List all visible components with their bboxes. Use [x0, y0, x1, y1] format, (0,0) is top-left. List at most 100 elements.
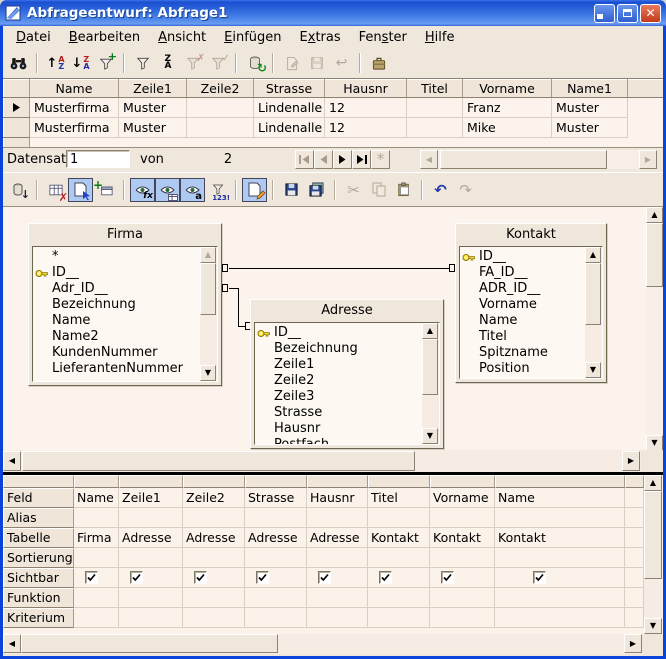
grid-cell-feld[interactable]: Name — [495, 488, 625, 508]
find-icon[interactable] — [6, 51, 31, 75]
table-h-scrollbar[interactable]: ◀ ▶ — [420, 150, 657, 169]
sichtbar-checkbox[interactable] — [85, 571, 98, 584]
scroll-up-icon[interactable]: ▲ — [646, 207, 663, 223]
sichtbar-checkbox[interactable] — [441, 571, 454, 584]
sichtbar-checkbox[interactable] — [318, 571, 331, 584]
grid-cell-sichtbar[interactable] — [119, 568, 183, 588]
scroll-thumb[interactable] — [422, 339, 438, 395]
field-item[interactable]: ID__ — [255, 325, 422, 341]
grid-cell-sortierung[interactable] — [495, 548, 625, 568]
field-item[interactable]: Bezeichnung — [255, 341, 422, 357]
field-item[interactable]: Postfach — [255, 437, 422, 445]
sort-order-icon[interactable]: ZA — [155, 51, 180, 75]
design-h-scrollbar[interactable]: ◀ ▶ — [3, 450, 663, 472]
close-button[interactable]: ✕ — [640, 4, 661, 23]
refresh-icon[interactable]: ↻ — [242, 51, 267, 75]
grid-cell-sichtbar[interactable] — [183, 568, 245, 588]
add-table-icon[interactable]: + — [93, 178, 118, 202]
field-item[interactable]: Position — [460, 361, 585, 377]
field-item[interactable]: KundenNummer — [33, 345, 200, 361]
scroll-thumb[interactable] — [200, 263, 216, 315]
grid-cell-tabelle[interactable]: Kontakt — [495, 528, 625, 548]
grid-cell-tabelle[interactable]: Adresse — [183, 528, 245, 548]
result-cell[interactable]: Musterfirma — [30, 118, 119, 138]
save-icon[interactable] — [279, 178, 304, 202]
functions-icon[interactable]: fx — [130, 178, 155, 202]
result-cell[interactable]: Muster — [119, 98, 187, 118]
grid-cell-sichtbar[interactable] — [368, 568, 430, 588]
grid-cell-sortierung[interactable] — [74, 548, 119, 568]
grid-cell-tabelle[interactable]: Adresse — [307, 528, 368, 548]
edit-data-icon[interactable] — [279, 51, 304, 75]
scroll-thumb[interactable] — [646, 223, 663, 287]
field-item[interactable]: Zeile2 — [255, 373, 422, 389]
field-item[interactable]: * — [33, 249, 200, 265]
field-item[interactable]: Zeile3 — [255, 389, 422, 405]
grid-column-header[interactable] — [119, 475, 183, 488]
grid-cell-funktion[interactable] — [430, 588, 495, 608]
grid-cell-sortierung[interactable] — [368, 548, 430, 568]
scroll-up-icon[interactable]: ▲ — [200, 247, 216, 263]
field-item[interactable]: Bezeichnung — [33, 297, 200, 313]
copy-icon[interactable] — [366, 178, 391, 202]
alias-icon[interactable]: a — [180, 178, 205, 202]
grid-cell-sortierung[interactable] — [430, 548, 495, 568]
scroll-down-icon[interactable]: ▼ — [200, 365, 216, 381]
result-column-header[interactable]: Hausnr — [325, 80, 407, 98]
grid-cell-sortierung[interactable] — [245, 548, 307, 568]
clear-query-icon[interactable]: ✗ — [43, 178, 68, 202]
result-cell[interactable] — [187, 98, 254, 118]
result-cell[interactable] — [407, 118, 463, 138]
grid-cell-sichtbar[interactable] — [430, 568, 495, 588]
grid-cell-kriterium[interactable] — [430, 608, 495, 628]
grid-cell-sichtbar[interactable] — [74, 568, 119, 588]
result-column-header[interactable]: Vorname — [463, 80, 552, 98]
result-cell[interactable]: Lindenalle — [254, 98, 325, 118]
standard-filter-icon[interactable] — [130, 51, 155, 75]
grid-cell-tabelle[interactable]: Kontakt — [368, 528, 430, 548]
join-line-firma-adresse[interactable] — [238, 288, 239, 326]
design-v-scrollbar[interactable]: ▲ ▼ — [646, 207, 663, 450]
table-box-title[interactable]: Kontakt — [456, 224, 606, 245]
minimize-button[interactable] — [594, 4, 615, 23]
field-list-scrollbar[interactable]: ▲ ▼ — [200, 247, 217, 381]
record-selector[interactable] — [4, 98, 30, 118]
menu-datei[interactable]: Datei — [7, 28, 60, 47]
grid-h-scrollbar[interactable]: ◀ ▶ — [3, 634, 663, 654]
autofilter-icon[interactable]: + — [93, 51, 118, 75]
field-item[interactable]: ID__ — [33, 265, 200, 281]
result-cell[interactable]: 12 — [325, 118, 407, 138]
grid-cell-kriterium[interactable] — [307, 608, 368, 628]
scroll-thumb[interactable] — [585, 263, 601, 325]
scroll-right-icon[interactable]: ▶ — [639, 150, 657, 169]
result-column-header[interactable]: Strasse — [254, 80, 325, 98]
field-item[interactable]: ADR_ID__ — [460, 281, 585, 297]
undo-data-entry-icon[interactable]: ↩ — [329, 51, 354, 75]
field-item[interactable]: ID__ — [460, 249, 585, 265]
menu-bearbeiten[interactable]: Bearbeiten — [60, 28, 149, 47]
grid-cell-sortierung[interactable] — [119, 548, 183, 568]
grid-cell-funktion[interactable] — [495, 588, 625, 608]
first-record-icon[interactable] — [295, 150, 314, 169]
result-cell[interactable] — [407, 98, 463, 118]
table-box-title[interactable]: Firma — [29, 224, 221, 245]
grid-cell-kriterium[interactable] — [119, 608, 183, 628]
data-source-as-table-icon[interactable] — [366, 51, 391, 75]
grid-cell-alias[interactable] — [245, 508, 307, 528]
next-record-icon[interactable] — [333, 150, 352, 169]
record-number-input[interactable] — [66, 150, 130, 168]
run-query-icon[interactable]: ↓ — [6, 178, 31, 202]
menu-einfügen[interactable]: Einfügen — [215, 28, 290, 47]
new-record-icon[interactable]: * — [371, 150, 390, 169]
grid-cell-sichtbar[interactable] — [245, 568, 307, 588]
grid-cell-kriterium[interactable] — [368, 608, 430, 628]
grid-cell-feld[interactable]: Zeile1 — [119, 488, 183, 508]
maximize-button[interactable] — [617, 4, 638, 23]
grid-cell-feld[interactable]: Titel — [368, 488, 430, 508]
grid-cell-kriterium[interactable] — [495, 608, 625, 628]
scroll-up-icon[interactable]: ▲ — [644, 475, 662, 491]
grid-cell-sortierung[interactable] — [307, 548, 368, 568]
undo-icon[interactable]: ↶ — [428, 178, 453, 202]
grid-cell-feld[interactable]: Name — [74, 488, 119, 508]
grid-column-header[interactable] — [74, 475, 119, 488]
